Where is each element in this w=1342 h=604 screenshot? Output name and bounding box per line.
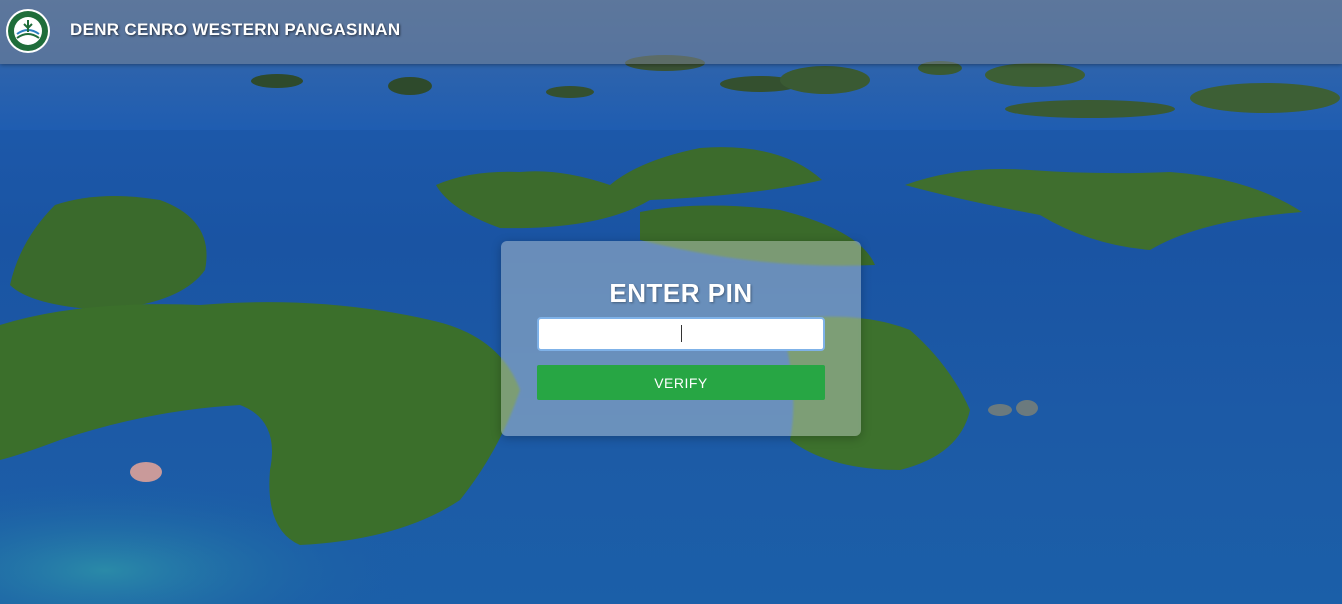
verify-button[interactable]: VERIFY <box>537 365 825 400</box>
login-page: DENR CENRO WESTERN PANGASINAN ENTER PIN … <box>0 0 1342 604</box>
header-bar: DENR CENRO WESTERN PANGASINAN <box>0 0 1342 64</box>
app-title: DENR CENRO WESTERN PANGASINAN <box>70 20 401 39</box>
pin-login-card: ENTER PIN VERIFY <box>501 241 861 436</box>
pin-card-title: ENTER PIN <box>609 278 753 308</box>
text-caret <box>681 325 682 342</box>
denr-seal-logo-icon <box>6 9 50 53</box>
